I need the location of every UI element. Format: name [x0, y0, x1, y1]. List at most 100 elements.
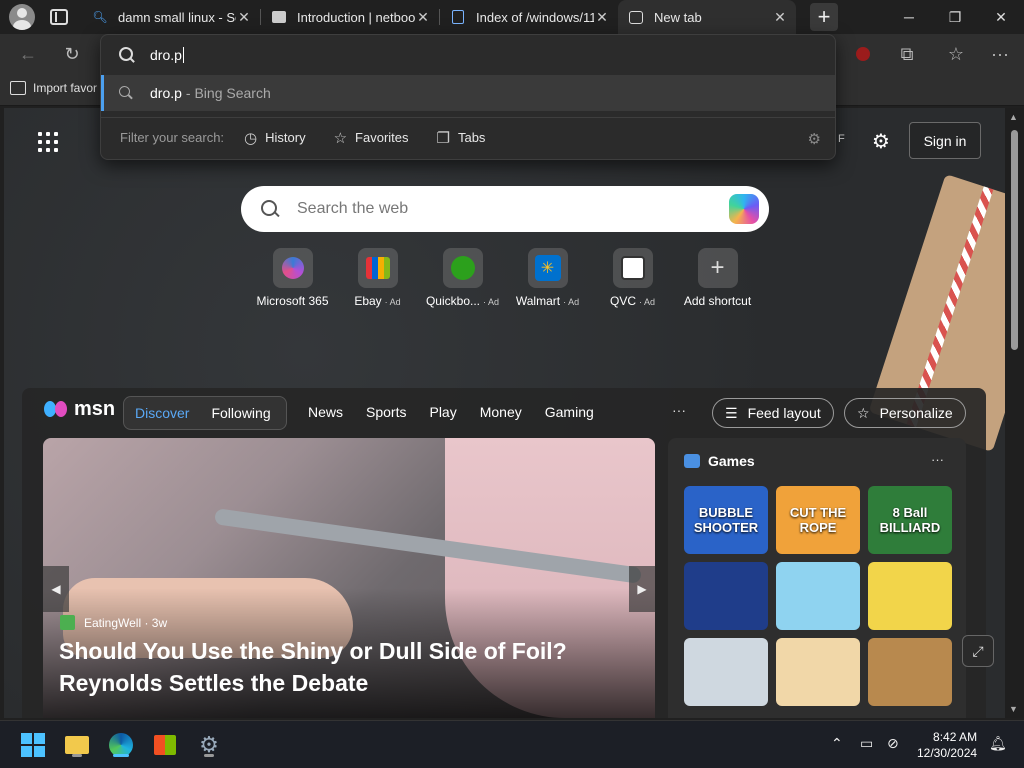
- bing-search-icon: 🔍︎: [92, 10, 108, 24]
- search-icon: [119, 47, 135, 63]
- shortcut-walmart[interactable]: ✳ Walmart · Ad: [505, 248, 590, 308]
- suggestion-query: dro.p: [150, 85, 182, 101]
- shortcut-label: Quickbo...: [425, 294, 480, 308]
- history-icon: ◷: [244, 129, 258, 147]
- tab-title: Introduction | netboot: [297, 9, 415, 25]
- nav-news[interactable]: News: [308, 404, 343, 420]
- shortcuts-row: Microsoft 365 Ebay · Ad Quickbo... · Ad ✳ …: [250, 248, 760, 308]
- msn-logo[interactable]: msn: [44, 398, 115, 421]
- running-indicator: [72, 754, 82, 757]
- address-bar-input[interactable]: dro.p: [101, 35, 835, 75]
- tab-actions-icon[interactable]: [50, 9, 68, 25]
- close-tab-icon[interactable]: ✕: [772, 9, 788, 25]
- active-indicator: [113, 754, 129, 757]
- close-tab-icon[interactable]: ✕: [415, 9, 431, 25]
- game-tile[interactable]: [684, 562, 768, 630]
- carousel-prev-icon[interactable]: ◀: [43, 566, 69, 612]
- hero-article-card[interactable]: ◀ ▶ EatingWell · 3w Should You Use the S…: [43, 438, 655, 718]
- game-tile[interactable]: [868, 562, 952, 630]
- expand-icon[interactable]: ⤢: [962, 635, 994, 667]
- scroll-down-icon[interactable]: ▼: [1009, 704, 1018, 714]
- refresh-icon[interactable]: ↻: [57, 40, 87, 68]
- store-icon[interactable]: [151, 731, 179, 759]
- nav-sports[interactable]: Sports: [366, 404, 406, 420]
- nav-play[interactable]: Play: [429, 404, 456, 420]
- scroll-up-icon[interactable]: ▲: [1009, 112, 1018, 122]
- tray-chevron-icon[interactable]: ⌃: [831, 735, 843, 752]
- game-tile[interactable]: [776, 638, 860, 706]
- tab-index-windows[interactable]: Index of /windows/11/ ✕: [440, 0, 618, 34]
- restore-icon[interactable]: ❐: [932, 0, 978, 34]
- add-shortcut-button[interactable]: + Add shortcut: [675, 248, 760, 308]
- article-headline[interactable]: Should You Use the Shiny or Dull Side of…: [59, 635, 619, 699]
- import-icon: [10, 81, 26, 95]
- personalize-button[interactable]: ☆ Personalize: [844, 398, 966, 428]
- more-menu-icon[interactable]: ···: [985, 40, 1015, 68]
- clock[interactable]: 8:42 AM 12/30/2024: [917, 729, 977, 761]
- games-header: Games: [684, 453, 755, 469]
- close-window-icon[interactable]: ✕: [978, 0, 1024, 34]
- microsoft-365-icon: [272, 248, 313, 288]
- carousel-next-icon[interactable]: ▶: [629, 566, 655, 612]
- nav-money[interactable]: Money: [480, 404, 522, 420]
- settings-icon[interactable]: ⚙: [195, 731, 223, 759]
- tabs-icon: ❐: [436, 129, 450, 147]
- file-explorer-icon[interactable]: [63, 731, 91, 759]
- game-tile[interactable]: [868, 638, 952, 706]
- shortcut-microsoft-365[interactable]: Microsoft 365: [250, 248, 335, 308]
- edge-icon[interactable]: [107, 731, 135, 759]
- page-icon: [450, 9, 466, 25]
- new-tab-button[interactable]: +: [810, 3, 838, 31]
- game-tile[interactable]: CUT THE ROPE: [776, 486, 860, 554]
- favorites-icon[interactable]: ☆: [941, 40, 971, 68]
- game-tile[interactable]: [776, 562, 860, 630]
- network-icon[interactable]: ⊘: [887, 735, 899, 752]
- back-arrow-icon[interactable]: ←: [13, 40, 43, 68]
- search-settings-gear-icon[interactable]: ⚙: [808, 130, 821, 148]
- tab-netboot[interactable]: Introduction | netboot ✕: [261, 0, 439, 34]
- profile-avatar-icon[interactable]: [9, 4, 35, 30]
- shortcut-quickbooks[interactable]: Quickbo... · Ad: [420, 248, 505, 308]
- page-scrollbar[interactable]: ▲ ▼: [1005, 108, 1024, 718]
- notifications-bell-icon[interactable]: 🔔︎: [989, 735, 1007, 752]
- feed-segment-control: Discover Following: [123, 396, 287, 430]
- game-tile[interactable]: [684, 638, 768, 706]
- feed-layout-button[interactable]: ☰ Feed layout: [712, 398, 834, 428]
- sign-in-button[interactable]: Sign in: [909, 122, 981, 159]
- shortcut-ebay[interactable]: Ebay · Ad: [335, 248, 420, 308]
- nav-more-button[interactable]: ···: [672, 402, 686, 418]
- filter-favorites[interactable]: ☆ Favorites: [334, 129, 409, 147]
- web-search-box[interactable]: Search the web: [241, 186, 769, 232]
- apps-launcher-icon[interactable]: [38, 132, 58, 152]
- search-icon: [119, 86, 133, 100]
- games-more-icon[interactable]: ···: [931, 452, 944, 467]
- tab-strip: 🔍︎ damn small linux - Sea ✕ Introduction…: [0, 0, 1024, 34]
- game-tile-label: CUT THE ROPE: [789, 505, 847, 535]
- game-tile[interactable]: 8 Ball BILLIARD: [868, 486, 952, 554]
- close-tab-icon[interactable]: ✕: [236, 9, 252, 25]
- start-button[interactable]: [19, 731, 47, 759]
- tab-damn-small-linux[interactable]: 🔍︎ damn small linux - Sea ✕: [82, 0, 260, 34]
- tab-following[interactable]: Following: [200, 405, 281, 421]
- suggestion-engine: - Bing Search: [185, 85, 271, 101]
- filter-history[interactable]: ◷ History: [244, 129, 306, 147]
- search-suggestion[interactable]: dro.p - Bing Search: [101, 75, 835, 111]
- page-settings-gear-icon[interactable]: ⚙: [868, 128, 894, 154]
- extensions-icon[interactable]: ⧉: [892, 40, 922, 68]
- copilot-icon[interactable]: [729, 194, 759, 224]
- minimize-icon[interactable]: ─: [886, 0, 932, 34]
- import-favorites-button[interactable]: Import favor: [10, 81, 97, 95]
- shortcut-qvc[interactable]: QVC · Ad: [590, 248, 675, 308]
- tab-discover[interactable]: Discover: [124, 405, 200, 421]
- close-tab-icon[interactable]: ✕: [594, 9, 610, 25]
- filter-tabs[interactable]: ❐ Tabs: [437, 129, 486, 147]
- display-icon[interactable]: ▭: [860, 735, 873, 752]
- address-bar-dropdown: dro.p dro.p - Bing Search Filter your se…: [100, 34, 836, 160]
- scrollbar-thumb[interactable]: [1011, 130, 1018, 350]
- ublock-icon[interactable]: [848, 40, 878, 68]
- games-card: Games ··· BUBBLE SHOOTER CUT THE ROPE 8 Ba…: [668, 438, 966, 718]
- tab-title: Index of /windows/11/: [476, 9, 594, 25]
- tab-new-tab[interactable]: New tab ✕: [618, 0, 796, 34]
- game-tile[interactable]: BUBBLE SHOOTER: [684, 486, 768, 554]
- nav-gaming[interactable]: Gaming: [545, 404, 594, 420]
